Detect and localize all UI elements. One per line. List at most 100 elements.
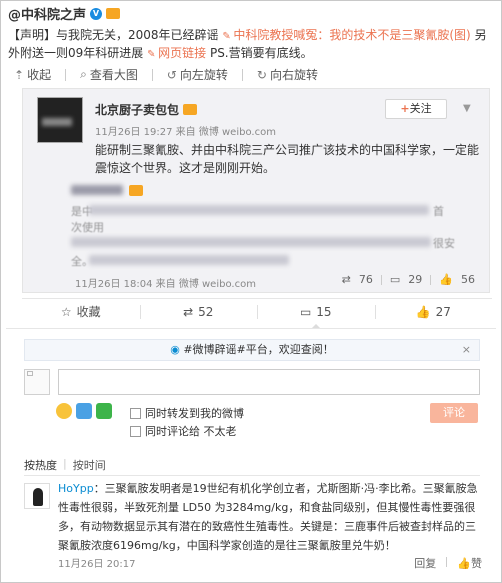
follow-label: 关注 xyxy=(409,102,432,115)
also-comment-option[interactable]: 同时评论给 不太老 xyxy=(130,423,237,439)
comment-actions: 回复 👍赞 xyxy=(414,555,482,571)
comment-button[interactable]: ▭ 15 xyxy=(257,299,375,328)
blurred-username xyxy=(71,185,123,195)
post-text-prefix: 【声明】与我院无关，2008年已经辟谣 xyxy=(8,28,219,42)
sort-tabs: 按热度 | 按时间 xyxy=(24,457,106,473)
like-count: 27 xyxy=(435,304,451,319)
comment-icon: ▭ xyxy=(389,273,401,286)
nested-time: 11月26日 18:04 xyxy=(75,279,153,290)
collapse-label: 收起 xyxy=(27,68,52,82)
author-name[interactable]: @中科院之声 xyxy=(8,4,86,23)
embedded-post-image[interactable]: 北京厨子卖包包 11月26日 19:27 来自 微博 weibo.com +关注… xyxy=(22,88,490,293)
submit-comment-button[interactable]: 评论 xyxy=(430,403,478,423)
rumor-notice[interactable]: ◉ #微博辟谣#平台，欢迎查阅！ × xyxy=(24,339,480,361)
image-icon[interactable] xyxy=(76,403,92,419)
comment-time: 11月26日 20:17 xyxy=(58,559,136,570)
commenter-name[interactable]: HoYpp xyxy=(58,482,94,495)
repost-source: 来自 微博 weibo.com xyxy=(175,127,276,138)
image-toolbar: ⇡ 收起 ⌕ 查看大图 ↺ 向左旋转 ↻ 向右旋转 xyxy=(14,66,318,83)
rotate-left-label: 向左旋转 xyxy=(179,68,228,82)
also-comment-checkbox[interactable] xyxy=(130,425,141,437)
comment-count: 15 xyxy=(316,304,332,319)
topic-icon[interactable] xyxy=(96,403,112,419)
comment-icon: ▭ xyxy=(299,304,312,319)
comment-panel: ◉ #微博辟谣#平台，欢迎查阅！ × 同时转发到我的微博 同时评论给 不太老 评… xyxy=(6,328,496,576)
my-avatar xyxy=(24,369,50,395)
magnify-icon: ⌕ xyxy=(80,67,87,81)
commenter-avatar[interactable] xyxy=(24,483,50,509)
nested-like-count[interactable]: 56 xyxy=(461,273,475,286)
plus-icon: + xyxy=(400,102,410,115)
level-badge-icon xyxy=(129,185,143,196)
repost-count: 52 xyxy=(198,304,214,319)
repost-button[interactable]: ⇄ 52 xyxy=(139,299,258,324)
comment-body: HoYpp：三聚氰胺发明者是19世纪有机化学创立者，尤斯图斯·冯·李比希。三聚氰… xyxy=(58,479,482,555)
notice-text[interactable]: #微博辟谣#平台，欢迎查阅！ xyxy=(183,343,333,356)
blurred-text-line xyxy=(89,255,289,265)
comment-text: ：三聚氰胺发明者是19世纪有机化学创立者，尤斯图斯·冯·李比希。三聚氰胺急性毒性… xyxy=(58,482,478,552)
repost-meta: 11月26日 19:27 来自 微博 weibo.com xyxy=(95,123,276,138)
rotate-right-icon: ↻ xyxy=(256,67,267,82)
favorite-button[interactable]: ☆ 收藏 xyxy=(22,299,140,324)
nested-source: 来自 微博 weibo.com xyxy=(155,279,256,290)
like-comment-button[interactable]: 👍赞 xyxy=(457,555,482,571)
divider xyxy=(65,68,67,81)
comment-input[interactable] xyxy=(58,369,480,395)
follow-button[interactable]: +关注 xyxy=(385,99,447,119)
nested-text-fragment: 很安 xyxy=(433,237,455,250)
collapse-icon: ⇡ xyxy=(14,67,25,82)
divider xyxy=(151,68,153,81)
also-repost-option[interactable]: 同时转发到我的微博 xyxy=(130,405,244,421)
web-link-icon: ✎ xyxy=(147,49,156,60)
repost-icon: ⇄ xyxy=(183,304,194,319)
comment-footer: 11月26日 20:17 回复 👍赞 xyxy=(58,555,482,570)
avatar[interactable] xyxy=(37,97,83,143)
nested-text-fragment: 首 xyxy=(433,205,444,218)
also-repost-label: 同时转发到我的微博 xyxy=(145,407,244,420)
repost-author[interactable]: 北京厨子卖包包 xyxy=(95,101,198,118)
divider: | xyxy=(63,457,67,470)
post-author[interactable]: @中科院之声 V xyxy=(8,4,121,23)
rotate-left-icon: ↺ xyxy=(166,67,177,82)
rotate-left-button[interactable]: ↺ 向左旋转 xyxy=(167,66,228,83)
verified-icon: V xyxy=(90,7,103,20)
news-link[interactable]: 中科院教授喊冤：我的技术不是三聚氰胺(图) xyxy=(233,28,470,42)
blurred-text-line xyxy=(89,205,429,215)
blurred-text-line xyxy=(71,237,431,247)
repost-text: 能研制三聚氰胺、并由中科院三产公司推广该技术的中国科学家，一定能震惊这个世界。这… xyxy=(95,143,480,175)
favorite-label: 收藏 xyxy=(76,305,101,319)
also-repost-checkbox[interactable] xyxy=(130,407,141,419)
divider xyxy=(380,274,382,285)
nested-meta: 11月26日 18:04 来自 微博 weibo.com xyxy=(75,275,256,290)
tab-sort-time[interactable]: 按时间 xyxy=(73,457,106,473)
nested-repost-count[interactable]: 76 xyxy=(359,273,373,286)
also-comment-label: 同时评论给 不太老 xyxy=(145,425,237,438)
repost-author-name[interactable]: 北京厨子卖包包 xyxy=(95,101,179,118)
like-button[interactable]: 👍 27 xyxy=(374,299,493,324)
collapse-button[interactable]: ⇡ 收起 xyxy=(14,66,51,83)
web-link[interactable]: 网页链接 xyxy=(158,46,206,60)
star-icon: ☆ xyxy=(60,304,72,319)
level-badge-icon xyxy=(106,8,121,19)
action-bar: ☆ 收藏 ⇄ 52 ▭ 15 👍 27 xyxy=(22,298,493,328)
nested-comment-count[interactable]: 29 xyxy=(408,273,422,286)
thumbs-up-icon: 👍 xyxy=(415,304,431,319)
post-text: 【声明】与我院无关，2008年已经辟谣 ✎ 中科院教授喊冤：我的技术不是三聚氰胺(… xyxy=(8,26,494,62)
level-badge-icon xyxy=(183,104,198,115)
reply-button[interactable]: 回复 xyxy=(414,555,436,571)
like-label: 赞 xyxy=(471,557,482,570)
view-large-button[interactable]: ⌕ 查看大图 xyxy=(80,66,138,83)
tab-sort-hot[interactable]: 按热度 xyxy=(24,457,57,473)
close-icon[interactable]: × xyxy=(462,340,471,360)
rotate-right-label: 向右旋转 xyxy=(269,68,318,82)
rotate-right-button[interactable]: ↻ 向右旋转 xyxy=(257,66,318,83)
comment-tools xyxy=(56,403,112,419)
chevron-down-icon[interactable]: ▼ xyxy=(463,103,471,114)
divider xyxy=(446,557,448,567)
thumbs-up-icon: 👍 xyxy=(457,557,471,570)
post-text-suffix: PS.营销要有底线。 xyxy=(209,46,313,60)
repost-time: 11月26日 19:27 xyxy=(95,127,173,138)
thumbs-up-icon: 👍 xyxy=(439,273,453,286)
info-icon: ◉ xyxy=(170,343,180,356)
emoji-icon[interactable] xyxy=(56,403,72,419)
